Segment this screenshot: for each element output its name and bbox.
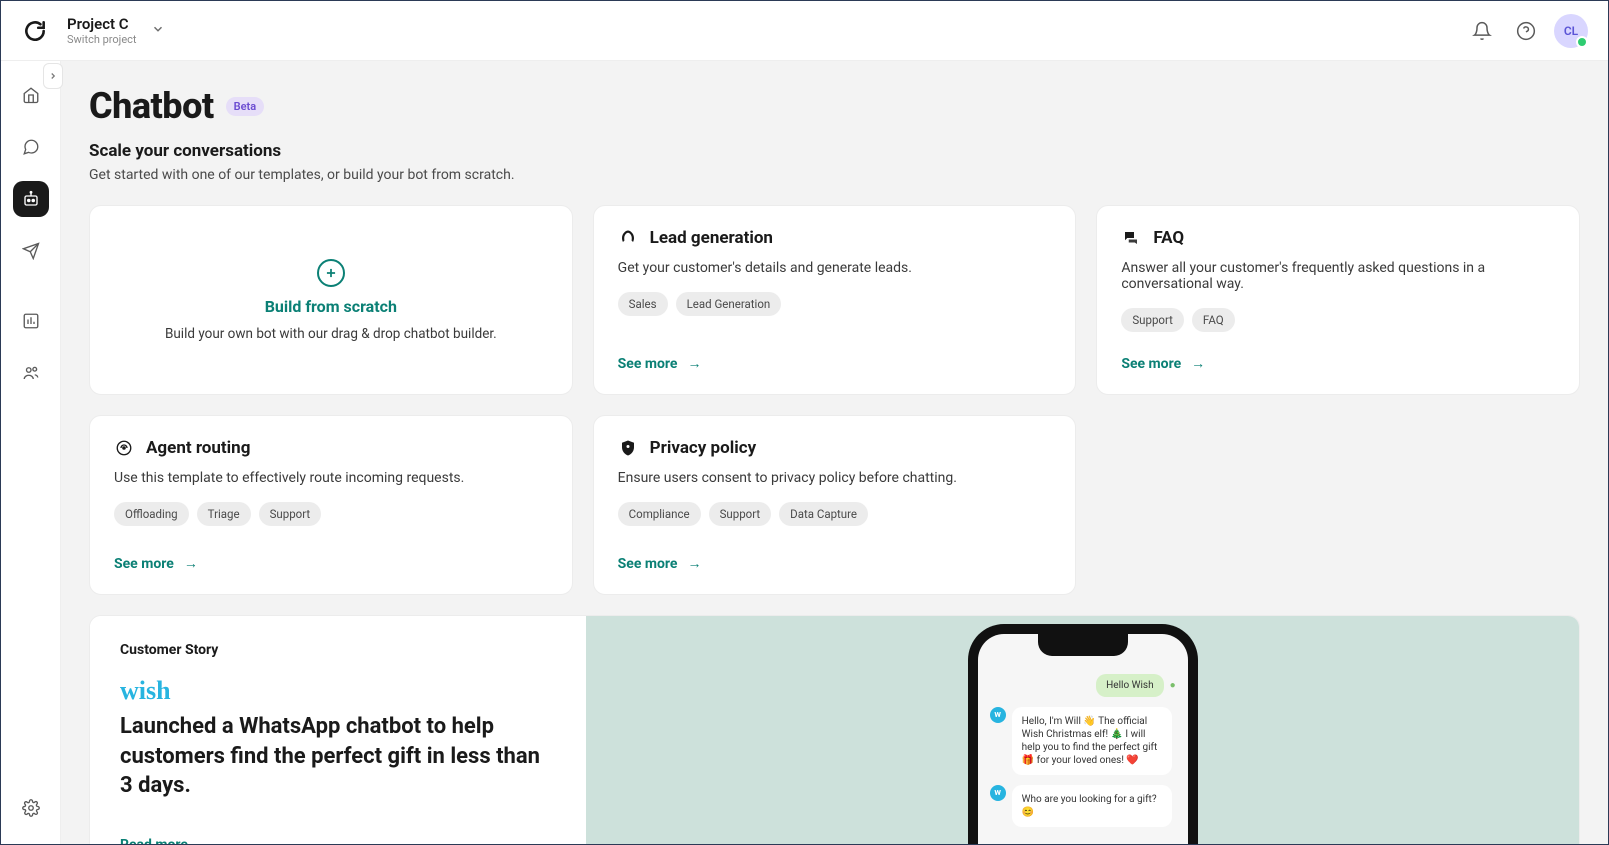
- project-name: Project C: [67, 15, 137, 33]
- topbar: Project C Switch project CL: [1, 1, 1608, 61]
- bot-avatar-icon: w: [990, 707, 1006, 723]
- arrow-right-icon: →: [687, 555, 701, 572]
- tag: Offloading: [114, 502, 189, 526]
- delivered-icon: ●: [1170, 680, 1176, 691]
- sidebar: [1, 61, 61, 844]
- story-headline: Launched a WhatsApp chatbot to help cust…: [120, 712, 556, 801]
- tag: Support: [259, 502, 322, 526]
- template-title: Privacy policy: [650, 438, 756, 458]
- chat-incoming-bubble: Who are you looking for a gift? 😊: [1012, 785, 1172, 827]
- arrow-right-icon: →: [1191, 355, 1205, 372]
- template-card-privacy-policy[interactable]: Privacy policy Ensure users consent to p…: [593, 415, 1077, 595]
- notifications-button[interactable]: [1464, 13, 1500, 49]
- help-button[interactable]: [1508, 13, 1544, 49]
- page-subtitle: Scale your conversations: [89, 141, 1580, 161]
- customer-story-card: Customer Story wish Launched a WhatsApp …: [89, 615, 1580, 844]
- arrow-right-icon: →: [184, 555, 198, 572]
- tag: Lead Generation: [676, 292, 782, 316]
- template-card-faq[interactable]: FAQ Answer all your customer's frequentl…: [1096, 205, 1580, 395]
- see-more-label: See more: [618, 356, 678, 372]
- tag: Triage: [197, 502, 251, 526]
- see-more-link[interactable]: See more →: [618, 355, 702, 372]
- sidebar-item-send[interactable]: [13, 233, 49, 269]
- shield-icon: [618, 438, 638, 458]
- chat-incoming-bubble: Hello, I'm Will 👋 The official Wish Chri…: [1012, 707, 1172, 775]
- see-more-link[interactable]: See more →: [1121, 355, 1205, 372]
- template-title: FAQ: [1153, 228, 1184, 248]
- sidebar-item-bot[interactable]: [13, 181, 49, 217]
- chat-outgoing-bubble: Hello Wish: [1096, 674, 1163, 697]
- story-read-more-link[interactable]: Read more: [120, 837, 556, 844]
- chevron-down-icon: [151, 21, 165, 40]
- phone-notch: [1038, 634, 1128, 656]
- see-more-label: See more: [1121, 356, 1181, 372]
- bot-avatar-icon: w: [990, 785, 1006, 801]
- see-more-label: See more: [618, 556, 678, 572]
- template-desc: Ensure users consent to privacy policy b…: [618, 470, 1052, 486]
- routing-icon: [114, 438, 134, 458]
- user-avatar[interactable]: CL: [1554, 14, 1588, 48]
- sidebar-item-settings[interactable]: [13, 790, 49, 826]
- plus-icon: [317, 259, 345, 287]
- wish-logo: wish: [120, 676, 556, 706]
- tag: Support: [709, 502, 772, 526]
- template-desc: Get your customer's details and generate…: [618, 260, 1052, 276]
- tag: Sales: [618, 292, 668, 316]
- sidebar-item-chat[interactable]: [13, 129, 49, 165]
- story-illustration: Hello Wish ● w Hello, I'm Will 👋 The off…: [586, 616, 1579, 844]
- app-logo-icon: [21, 17, 49, 45]
- project-switcher[interactable]: Project C Switch project: [67, 15, 165, 46]
- page-title: Chatbot: [89, 85, 214, 127]
- beta-badge: Beta: [226, 97, 265, 116]
- story-label: Customer Story: [120, 642, 556, 658]
- build-title: Build from scratch: [265, 297, 397, 316]
- template-title: Agent routing: [146, 438, 250, 458]
- template-desc: Answer all your customer's frequently as…: [1121, 260, 1555, 292]
- sidebar-item-analytics[interactable]: [13, 303, 49, 339]
- see-more-link[interactable]: See more →: [114, 555, 198, 572]
- see-more-label: See more: [114, 556, 174, 572]
- arrow-right-icon: →: [687, 355, 701, 372]
- tag: Data Capture: [779, 502, 868, 526]
- sidebar-collapse-button[interactable]: [43, 63, 63, 89]
- tag: FAQ: [1192, 308, 1235, 332]
- rocket-icon: [618, 228, 638, 248]
- page-subtext: Get started with one of our templates, o…: [89, 167, 1580, 183]
- template-card-lead-generation[interactable]: Lead generation Get your customer's deta…: [593, 205, 1077, 395]
- build-desc: Build your own bot with our drag & drop …: [165, 326, 497, 342]
- phone-mockup: Hello Wish ● w Hello, I'm Will 👋 The off…: [968, 624, 1198, 844]
- template-desc: Use this template to effectively route i…: [114, 470, 548, 486]
- main-content: Chatbot Beta Scale your conversations Ge…: [61, 61, 1608, 844]
- project-switch-label: Switch project: [67, 33, 137, 46]
- template-title: Lead generation: [650, 228, 773, 248]
- avatar-initials: CL: [1564, 24, 1578, 38]
- tag: Support: [1121, 308, 1184, 332]
- sidebar-item-users[interactable]: [13, 355, 49, 391]
- see-more-link[interactable]: See more →: [618, 555, 702, 572]
- template-card-agent-routing[interactable]: Agent routing Use this template to effec…: [89, 415, 573, 595]
- tag: Compliance: [618, 502, 701, 526]
- build-from-scratch-card[interactable]: Build from scratch Build your own bot wi…: [89, 205, 573, 395]
- chat-icon: [1121, 228, 1141, 248]
